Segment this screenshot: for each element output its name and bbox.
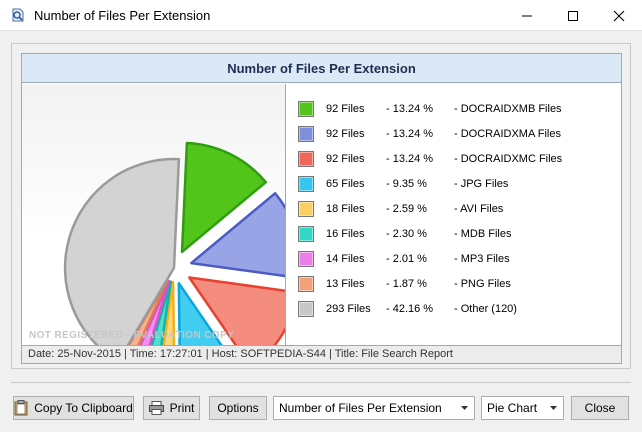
evaluation-watermark: NOT REGISTERED - EVALUATION COPY: [29, 330, 235, 341]
legend-swatch: [298, 276, 314, 292]
legend-file-count: 92 Files: [326, 103, 365, 115]
legend-percent: - 13.24 %: [386, 153, 434, 165]
legend-file-count: 13 Files: [326, 278, 365, 290]
legend-percent: - 1.87 %: [386, 278, 427, 290]
legend-file-count: 18 Files: [326, 203, 365, 215]
legend-swatch: [298, 101, 314, 117]
legend-percent: - 2.01 %: [386, 253, 427, 265]
printer-icon: [148, 401, 164, 415]
copy-to-clipboard-button[interactable]: Copy To Clipboard: [13, 396, 134, 420]
legend-extension: - MP3 Files: [454, 253, 510, 265]
legend-item: 14 Files - 2.01 % - MP3 Files: [286, 250, 621, 268]
close-icon: [613, 10, 625, 21]
chevron-down-icon: [461, 406, 468, 410]
options-button[interactable]: Options: [209, 396, 267, 420]
minimize-button[interactable]: [504, 0, 550, 31]
maximize-button[interactable]: [550, 0, 596, 31]
legend-swatch: [298, 126, 314, 142]
legend-percent: - 2.59 %: [386, 203, 427, 215]
legend-percent: - 42.16 %: [386, 303, 434, 315]
report-type-value: Number of Files Per Extension: [279, 401, 442, 415]
legend-item: 92 Files - 13.24 % - DOCRAIDXMA Files: [286, 125, 621, 143]
close-window-button[interactable]: [596, 0, 642, 31]
legend-swatch: [298, 151, 314, 167]
options-label: Options: [217, 401, 259, 415]
window-title: Number of Files Per Extension: [34, 8, 211, 23]
legend-swatch: [298, 176, 314, 192]
legend-extension: - AVI Files: [454, 203, 504, 215]
chart-type-value: Pie Chart: [487, 401, 538, 415]
report-title: Number of Files Per Extension: [227, 60, 416, 76]
report-frame: Number of Files Per Extension NOT REGIST…: [21, 53, 622, 364]
legend-item: 65 Files - 9.35 % - JPG Files: [286, 175, 621, 193]
legend-item: 18 Files - 2.59 % - AVI Files: [286, 200, 621, 218]
legend-extension: - DOCRAIDXMB Files: [454, 103, 562, 115]
print-button[interactable]: Print: [143, 396, 200, 420]
clipboard-icon: [14, 400, 28, 416]
close-label: Close: [584, 401, 616, 415]
legend-item: 13 Files - 1.87 % - PNG Files: [286, 275, 621, 293]
legend-swatch: [298, 201, 314, 217]
report-header: Number of Files Per Extension: [22, 54, 621, 83]
legend-extension: - DOCRAIDXMC Files: [454, 153, 563, 165]
legend-extension: - PNG Files: [454, 278, 511, 290]
legend-percent: - 2.30 %: [386, 228, 427, 240]
legend-file-count: 293 Files: [326, 303, 371, 315]
legend-file-count: 92 Files: [326, 153, 365, 165]
legend-percent: - 13.24 %: [386, 103, 434, 115]
legend-swatch: [298, 251, 314, 267]
legend-extension: - Other (120): [454, 303, 517, 315]
title-bar: Number of Files Per Extension: [0, 0, 642, 31]
legend-item: 92 Files - 13.24 % - DOCRAIDXMC Files: [286, 150, 621, 168]
chart-type-select[interactable]: Pie Chart: [481, 396, 564, 420]
pie-chart-area: NOT REGISTERED - EVALUATION COPY: [22, 84, 285, 345]
legend-file-count: 14 Files: [326, 253, 365, 265]
copy-to-clipboard-label: Copy To Clipboard: [34, 401, 133, 415]
legend-swatch: [298, 226, 314, 242]
report-status-text: Date: 25-Nov-2015 | Time: 17:27:01 | Hos…: [28, 348, 453, 360]
legend-extension: - MDB Files: [454, 228, 512, 240]
legend-file-count: 92 Files: [326, 128, 365, 140]
legend-percent: - 13.24 %: [386, 128, 434, 140]
legend-extension: - JPG Files: [454, 178, 509, 190]
legend-file-count: 65 Files: [326, 178, 365, 190]
legend-swatch: [298, 301, 314, 317]
legend-percent: - 9.35 %: [386, 178, 427, 190]
pie-chart: [63, 141, 285, 345]
report-status-bar: Date: 25-Nov-2015 | Time: 17:27:01 | Hos…: [22, 345, 621, 363]
legend-extension: - DOCRAIDXMA Files: [454, 128, 561, 140]
maximize-icon: [568, 10, 578, 21]
report-type-select[interactable]: Number of Files Per Extension: [273, 396, 475, 420]
close-button[interactable]: Close: [571, 396, 629, 420]
chart-legend: 92 Files - 13.24 % - DOCRAIDXMB Files 92 Fi…: [286, 84, 621, 345]
legend-file-count: 16 Files: [326, 228, 365, 240]
footer-divider: [11, 382, 631, 383]
minimize-icon: [522, 15, 532, 16]
legend-item: 92 Files - 13.24 % - DOCRAIDXMB Files: [286, 100, 621, 118]
print-label: Print: [169, 401, 195, 415]
legend-item: 293 Files - 42.16 % - Other (120): [286, 300, 621, 318]
legend-item: 16 Files - 2.30 % - MDB Files: [286, 225, 621, 243]
app-icon: [12, 8, 24, 22]
chevron-down-icon: [550, 406, 557, 410]
